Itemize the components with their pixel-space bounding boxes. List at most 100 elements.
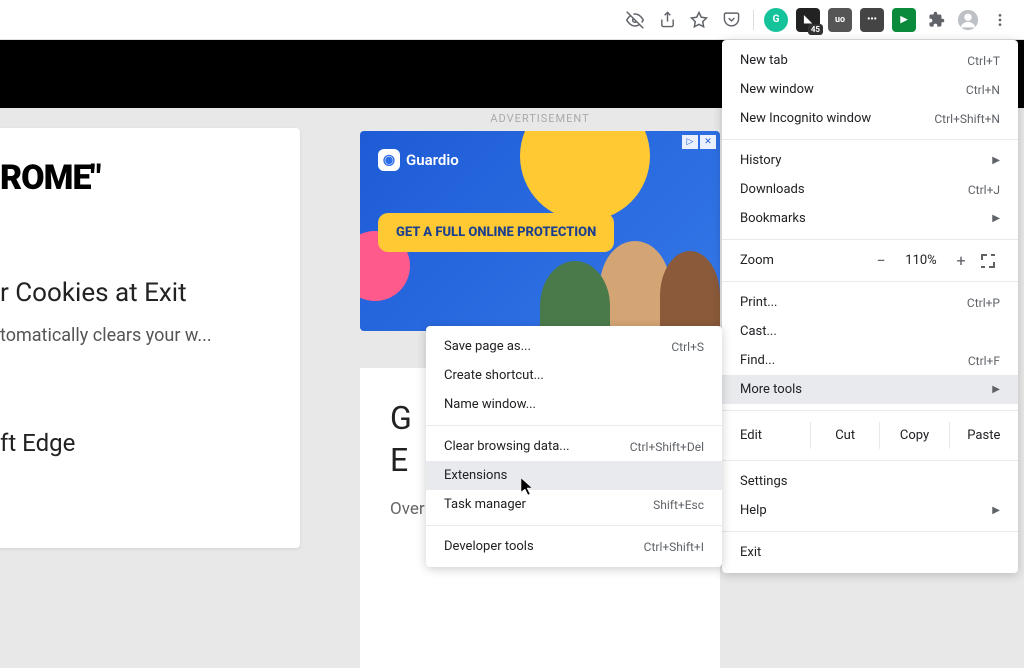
ext-dots[interactable]: ••• xyxy=(858,6,886,34)
submenu-item-save-page-as[interactable]: Save page as... Ctrl+S xyxy=(426,332,722,361)
zoom-label: Zoom xyxy=(740,253,866,268)
eye-off-icon[interactable] xyxy=(621,6,649,34)
browser-toolbar: G ◣45 uο ••• ▶ xyxy=(0,0,1024,40)
submenu-item-create-shortcut[interactable]: Create shortcut... xyxy=(426,361,722,390)
menu-item-label: Task manager xyxy=(444,497,526,512)
shortcut-label: Ctrl+N xyxy=(966,83,1000,97)
menu-item-label: Developer tools xyxy=(444,539,534,554)
ad-person xyxy=(540,261,610,331)
menu-item-label: New window xyxy=(740,82,814,97)
zoom-out-button[interactable]: − xyxy=(866,251,896,270)
menu-item-new-window[interactable]: New window Ctrl+N xyxy=(722,75,1018,104)
menu-separator xyxy=(722,410,1018,411)
menu-item-exit[interactable]: Exit xyxy=(722,538,1018,567)
extensions-icon[interactable] xyxy=(922,6,950,34)
ad-label: ADVERTISEMENT xyxy=(360,112,720,125)
menu-item-label: Clear browsing data... xyxy=(444,439,570,454)
shortcut-label: Ctrl+S xyxy=(671,340,704,354)
zoom-row: Zoom−110%+ xyxy=(722,246,1018,275)
submenu-item-name-window[interactable]: Name window... xyxy=(426,390,722,419)
menu-item-label: Cast... xyxy=(740,324,777,339)
ad-banner[interactable]: ◉Guardio GET A FULL ONLINE PROTECTION ▷✕ xyxy=(360,131,720,331)
chevron-right-icon: ▶ xyxy=(992,155,1000,166)
menu-item-new-incognito-window[interactable]: New Incognito window Ctrl+Shift+N xyxy=(722,104,1018,133)
ad-person xyxy=(660,251,720,331)
menu-item-bookmarks[interactable]: Bookmarks ▶ xyxy=(722,204,1018,233)
ad-decoration xyxy=(520,131,650,221)
ad-brand: ◉Guardio xyxy=(378,149,459,171)
page-title-fragment: ROME" xyxy=(0,158,285,198)
shortcut-label: Ctrl+T xyxy=(967,54,1000,68)
chrome-main-menu: New tab Ctrl+T New window Ctrl+N New Incogni… xyxy=(722,40,1018,573)
ad-cta-button[interactable]: GET A FULL ONLINE PROTECTION xyxy=(378,213,614,252)
zoom-in-button[interactable]: + xyxy=(946,251,976,270)
menu-item-label: Downloads xyxy=(740,182,805,197)
menu-item-label: Help xyxy=(740,503,767,518)
menu-item-new-tab[interactable]: New tab Ctrl+T xyxy=(722,46,1018,75)
ext-grammarly[interactable]: G xyxy=(762,6,790,34)
menu-item-settings[interactable]: Settings xyxy=(722,467,1018,496)
menu-separator xyxy=(722,531,1018,532)
menu-item-label: Find... xyxy=(740,353,775,368)
paste-button[interactable]: Paste xyxy=(949,422,1018,449)
shortcut-label: Ctrl+J xyxy=(968,183,1000,197)
shortcut-label: Shift+Esc xyxy=(653,498,704,512)
menu-item-label: New Incognito window xyxy=(740,111,871,126)
menu-item-label: More tools xyxy=(740,382,802,397)
cookies-subtext: tomatically clears your w... xyxy=(0,322,285,349)
submenu-item-extensions[interactable]: Extensions xyxy=(426,461,722,490)
edge-fragment[interactable]: ft Edge xyxy=(0,429,285,457)
menu-item-find[interactable]: Find... Ctrl+F xyxy=(722,346,1018,375)
menu-item-label: Extensions xyxy=(444,468,507,483)
more-tools-submenu: Save page as... Ctrl+S Create shortcut... N… xyxy=(426,326,722,567)
chevron-right-icon: ▶ xyxy=(992,505,1000,516)
menu-item-print[interactable]: Print... Ctrl+P xyxy=(722,288,1018,317)
ext-play[interactable]: ▶ xyxy=(890,6,918,34)
left-column: ROME" r Cookies at Exit tomatically clea… xyxy=(0,128,300,548)
chevron-right-icon: ▶ xyxy=(992,213,1000,224)
submenu-item-clear-browsing-data[interactable]: Clear browsing data... Ctrl+Shift+Del xyxy=(426,432,722,461)
menu-item-label: History xyxy=(740,153,781,168)
edit-row: EditCutCopyPaste xyxy=(722,417,1018,454)
menu-item-history[interactable]: History ▶ xyxy=(722,146,1018,175)
menu-item-label: Save page as... xyxy=(444,339,531,354)
menu-item-help[interactable]: Help ▶ xyxy=(722,496,1018,525)
menu-item-label: Create shortcut... xyxy=(444,368,544,383)
toolbar-separator xyxy=(753,10,754,30)
menu-separator xyxy=(722,239,1018,240)
pocket-icon[interactable] xyxy=(717,6,745,34)
menu-item-downloads[interactable]: Downloads Ctrl+J xyxy=(722,175,1018,204)
menu-item-cast[interactable]: Cast... xyxy=(722,317,1018,346)
submenu-item-developer-tools[interactable]: Developer toolsCtrl+Shift+I xyxy=(426,532,722,561)
menu-item-more-tools[interactable]: More tools ▶ xyxy=(722,375,1018,404)
ext-badge: 45 xyxy=(808,24,823,35)
cut-button[interactable]: Cut xyxy=(810,422,879,449)
chevron-right-icon: ▶ xyxy=(992,384,1000,395)
share-icon[interactable] xyxy=(653,6,681,34)
shortcut-label: Ctrl+Shift+Del xyxy=(630,440,704,454)
adchoices-icon[interactable]: ▷✕ xyxy=(682,135,716,149)
menu-item-label: Print... xyxy=(740,295,777,310)
cursor-icon xyxy=(521,478,537,498)
cookies-heading[interactable]: r Cookies at Exit xyxy=(0,278,285,308)
shortcut-label: Ctrl+P xyxy=(967,296,1000,310)
ext-ublock[interactable]: uο xyxy=(826,6,854,34)
menu-item-label: Bookmarks xyxy=(740,211,806,226)
fullscreen-button[interactable] xyxy=(976,254,1000,268)
kebab-menu-icon[interactable] xyxy=(986,6,1014,34)
menu-item-label: Exit xyxy=(740,545,761,560)
profile-icon[interactable] xyxy=(954,6,982,34)
shield-icon: ◉ xyxy=(378,149,400,171)
menu-separator xyxy=(426,525,722,526)
copy-button[interactable]: Copy xyxy=(879,422,948,449)
menu-item-label: New tab xyxy=(740,53,788,68)
star-icon[interactable] xyxy=(685,6,713,34)
ext-dark[interactable]: ◣45 xyxy=(794,6,822,34)
menu-separator xyxy=(426,425,722,426)
submenu-item-task-manager[interactable]: Task manager Shift+Esc xyxy=(426,490,722,519)
shortcut-label: Ctrl+F xyxy=(968,354,1000,368)
shortcut-label: Ctrl+Shift+N xyxy=(934,112,1000,126)
menu-item-label: Name window... xyxy=(444,397,536,412)
zoom-value: 110% xyxy=(896,253,946,268)
advertisement-box: ADVERTISEMENT ◉Guardio GET A FULL ONLINE… xyxy=(360,112,720,331)
